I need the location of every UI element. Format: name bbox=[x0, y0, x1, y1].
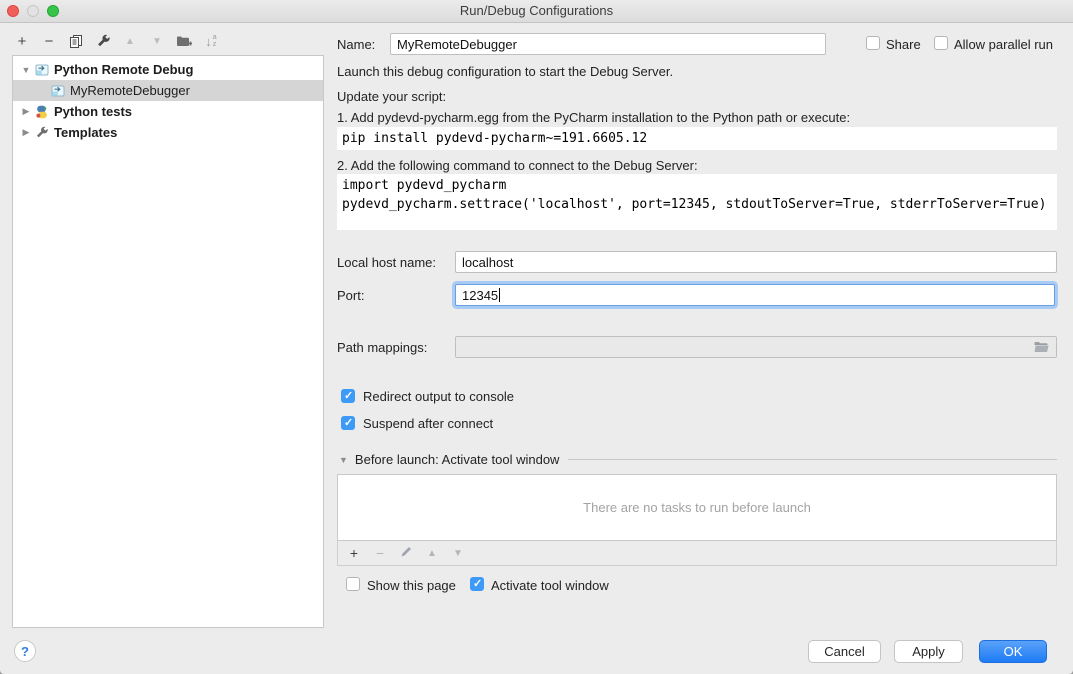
name-input[interactable]: MyRemoteDebugger bbox=[390, 33, 826, 55]
tree-item-label: MyRemoteDebugger bbox=[70, 83, 190, 98]
window-title: Run/Debug Configurations bbox=[0, 3, 1073, 18]
remove-configuration-button[interactable]: − bbox=[41, 33, 57, 49]
before-launch-header[interactable]: ▼ Before launch: Activate tool window bbox=[339, 452, 1057, 467]
remote-debug-icon bbox=[51, 84, 65, 98]
share-checkbox[interactable] bbox=[866, 36, 880, 50]
name-value: MyRemoteDebugger bbox=[397, 37, 517, 52]
cancel-button[interactable]: Cancel bbox=[808, 640, 881, 663]
allow-parallel-run-label[interactable]: Allow parallel run bbox=[954, 37, 1053, 52]
before-launch-title: Before launch: Activate tool window bbox=[355, 452, 560, 467]
local-host-name-input[interactable]: localhost bbox=[455, 251, 1057, 273]
tree-item-label: Python tests bbox=[54, 104, 132, 119]
step1-text: 1. Add pydevd-pycharm.egg from the PyCha… bbox=[337, 110, 850, 125]
allow-parallel-run-checkbox[interactable] bbox=[934, 36, 948, 50]
create-folder-button[interactable] bbox=[176, 33, 192, 49]
edit-templates-button[interactable] bbox=[95, 33, 111, 49]
show-this-page-label[interactable]: Show this page bbox=[367, 578, 456, 593]
show-this-page-checkbox[interactable] bbox=[346, 577, 360, 591]
titlebar: Run/Debug Configurations bbox=[0, 0, 1073, 23]
copy-icon bbox=[69, 34, 83, 48]
plus-icon: + bbox=[350, 545, 358, 561]
remove-task-button: − bbox=[373, 545, 387, 561]
settrace-code: import pydevd_pycharm pydevd_pycharm.set… bbox=[337, 174, 1057, 230]
redirect-output-checkbox[interactable] bbox=[341, 389, 355, 403]
path-mappings-input[interactable] bbox=[455, 336, 1057, 358]
add-task-button[interactable]: + bbox=[347, 545, 361, 561]
section-divider bbox=[568, 459, 1057, 460]
activate-tool-window-label[interactable]: Activate tool window bbox=[491, 578, 609, 593]
activate-tool-window-checkbox[interactable] bbox=[470, 577, 484, 591]
arrow-down-icon: ▼ bbox=[453, 548, 463, 559]
run-debug-configurations-dialog: Run/Debug Configurations + − ▲ ▼ ↓az bbox=[0, 0, 1073, 674]
minus-icon: − bbox=[376, 545, 384, 561]
settrace-code-line1: import pydevd_pycharm bbox=[342, 176, 1052, 195]
ok-button[interactable]: OK bbox=[979, 640, 1047, 663]
tree-item-python-tests[interactable]: ▶ Python tests bbox=[13, 101, 323, 122]
ok-button-label: OK bbox=[1004, 644, 1023, 659]
port-value: 12345 bbox=[462, 288, 498, 303]
help-button[interactable]: ? bbox=[14, 640, 36, 662]
tree-item-templates[interactable]: ▶ Templates bbox=[13, 122, 323, 143]
configurations-tree: ▼ Python Remote Debug MyRemoteDebugger ▶ bbox=[12, 55, 324, 628]
local-host-name-label: Local host name: bbox=[337, 255, 436, 270]
arrow-up-icon: ▲ bbox=[427, 548, 437, 559]
port-input[interactable]: 12345 bbox=[455, 284, 1055, 306]
empty-tasks-text: There are no tasks to run before launch bbox=[583, 500, 811, 515]
add-folder-icon bbox=[176, 34, 192, 48]
configurations-toolbar: + − ▲ ▼ ↓az bbox=[14, 31, 219, 51]
name-label: Name: bbox=[337, 37, 375, 52]
chevron-expanded-icon[interactable]: ▼ bbox=[339, 455, 348, 465]
update-script-text: Update your script: bbox=[337, 89, 446, 104]
sort-configurations-button[interactable]: ↓az bbox=[203, 33, 219, 49]
arrow-down-icon: ▼ bbox=[152, 36, 162, 47]
tree-item-python-remote-debug[interactable]: ▼ Python Remote Debug bbox=[13, 59, 323, 80]
local-host-name-value: localhost bbox=[462, 255, 513, 270]
settrace-code-line2: pydevd_pycharm.settrace('localhost', por… bbox=[342, 195, 1052, 214]
launch-instruction-text: Launch this debug configuration to start… bbox=[337, 64, 673, 79]
tree-item-myremotedebugger[interactable]: MyRemoteDebugger bbox=[13, 80, 323, 101]
move-up-button: ▲ bbox=[122, 33, 138, 49]
python-icon bbox=[35, 105, 49, 119]
plus-icon: + bbox=[18, 33, 27, 50]
pip-install-code: pip install pydevd-pycharm~=191.6605.12 bbox=[337, 127, 1057, 150]
chevron-collapsed-icon[interactable]: ▶ bbox=[21, 127, 31, 138]
suspend-after-connect-checkbox[interactable] bbox=[341, 416, 355, 430]
redirect-output-label[interactable]: Redirect output to console bbox=[363, 389, 514, 404]
move-task-up-button: ▲ bbox=[425, 548, 439, 559]
question-mark-icon: ? bbox=[21, 644, 29, 659]
add-configuration-button[interactable]: + bbox=[14, 33, 30, 49]
pencil-icon bbox=[400, 545, 413, 558]
tree-item-label: Python Remote Debug bbox=[54, 62, 193, 77]
step2-text: 2. Add the following command to connect … bbox=[337, 158, 698, 173]
arrow-up-icon: ▲ bbox=[125, 36, 135, 47]
tasks-toolbar: + − ▲ ▼ bbox=[337, 541, 1057, 566]
remote-debug-icon bbox=[35, 63, 49, 77]
sort-az-icon: ↓az bbox=[205, 34, 216, 49]
before-launch-tasks-list[interactable]: There are no tasks to run before launch bbox=[337, 474, 1057, 541]
apply-button-label: Apply bbox=[912, 644, 945, 659]
edit-task-button bbox=[399, 545, 413, 561]
move-task-down-button: ▼ bbox=[451, 548, 465, 559]
apply-button[interactable]: Apply bbox=[894, 640, 963, 663]
share-label[interactable]: Share bbox=[886, 37, 921, 52]
path-mappings-label: Path mappings: bbox=[337, 340, 427, 355]
chevron-collapsed-icon[interactable]: ▶ bbox=[21, 106, 31, 117]
move-down-button: ▼ bbox=[149, 33, 165, 49]
cancel-button-label: Cancel bbox=[824, 644, 864, 659]
pip-install-code-text: pip install pydevd-pycharm~=191.6605.12 bbox=[342, 131, 647, 146]
port-label: Port: bbox=[337, 288, 364, 303]
suspend-after-connect-label[interactable]: Suspend after connect bbox=[363, 416, 493, 431]
browse-folder-icon[interactable] bbox=[1033, 340, 1050, 354]
copy-configuration-button[interactable] bbox=[68, 33, 84, 49]
wrench-icon bbox=[35, 126, 49, 140]
tree-item-label: Templates bbox=[54, 125, 117, 140]
minus-icon: − bbox=[45, 33, 54, 50]
text-caret bbox=[499, 288, 500, 302]
wrench-icon bbox=[96, 34, 111, 49]
chevron-expanded-icon[interactable]: ▼ bbox=[21, 65, 31, 75]
